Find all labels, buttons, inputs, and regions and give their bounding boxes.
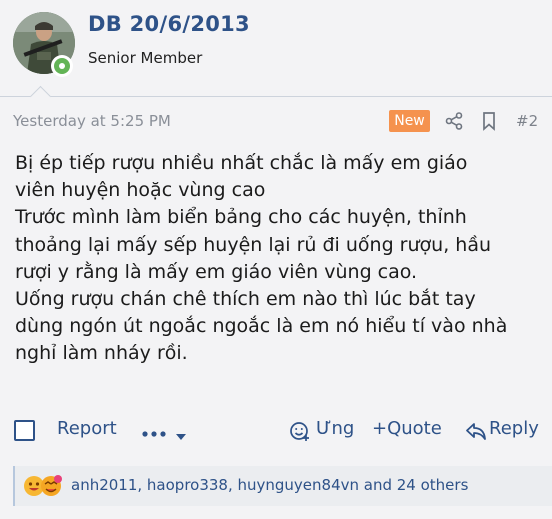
- more-options-icon[interactable]: [141, 424, 171, 443]
- reply-button[interactable]: Reply: [489, 418, 539, 439]
- reactions-users[interactable]: anh2011, haopro338, huynguyen84vn and 24…: [71, 476, 468, 494]
- post-line: Bị ép tiếp rượu nhiều nhất chắc là mấy e…: [15, 152, 468, 174]
- quote-button[interactable]: +Quote: [372, 418, 442, 439]
- post-actions: Report Ưng +Quote Reply: [0, 416, 552, 446]
- select-checkbox[interactable]: [14, 420, 35, 441]
- post-time[interactable]: Yesterday at 5:25 PM: [13, 112, 171, 130]
- reaction-emoji-icon: [23, 474, 67, 498]
- post-line: Uống rượu chán chê thích em nào thì lúc …: [15, 288, 476, 311]
- bookmark-icon[interactable]: [480, 111, 498, 131]
- post-line: rượi y rằng là mấy em giáo viên vùng cao…: [15, 260, 418, 283]
- post-header: DB 20/6/2013 Senior Member: [0, 0, 552, 96]
- post-line: dùng ngón út ngoắc ngoắc là em nó hiểu t…: [15, 315, 508, 338]
- username[interactable]: DB 20/6/2013: [88, 12, 250, 36]
- post-number[interactable]: #2: [516, 112, 538, 130]
- post-line: Trước mình làm biển bảng cho các huyện, …: [15, 206, 467, 229]
- post-line: nghỉ làm nháy rồi.: [15, 342, 188, 365]
- chevron-down-icon[interactable]: [175, 426, 187, 445]
- online-status-icon: [51, 55, 73, 77]
- post-line: viên huyện hoặc vùng cao: [15, 179, 266, 202]
- header-divider: [0, 96, 552, 97]
- new-badge: New: [389, 110, 430, 132]
- reply-icon[interactable]: [465, 420, 487, 446]
- post-meta: Yesterday at 5:25 PM New #2: [0, 108, 552, 136]
- reactions-bar[interactable]: anh2011, haopro338, huynguyen84vn and 24…: [13, 466, 552, 506]
- react-icon[interactable]: [289, 420, 311, 446]
- user-title: Senior Member: [88, 49, 203, 67]
- post-line: thoảng lại mấy sếp huyện lại rủ đi uống …: [15, 233, 492, 256]
- post-body: Bị ép tiếp rượu nhiều nhất chắc là mấy e…: [15, 150, 540, 368]
- react-button[interactable]: Ưng: [316, 418, 354, 439]
- share-icon[interactable]: [444, 111, 464, 131]
- report-button[interactable]: Report: [57, 418, 117, 439]
